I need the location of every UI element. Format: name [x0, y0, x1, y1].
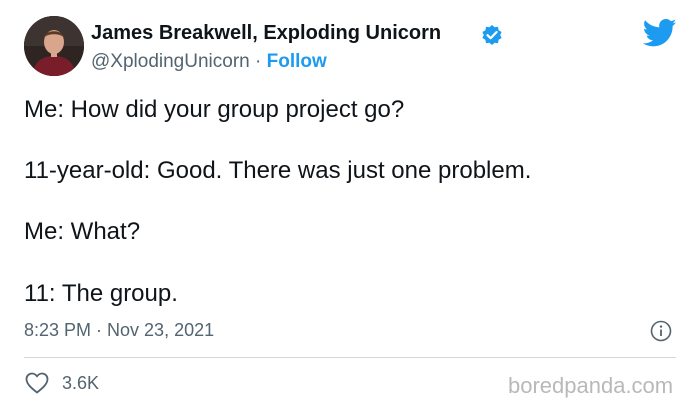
separator-dot: ·: [255, 51, 262, 72]
tweet-line: 11-year-old: Good. There was just one pr…: [24, 157, 532, 184]
twitter-bird-icon[interactable]: [643, 18, 677, 48]
verified-badge-icon: [482, 25, 502, 45]
follow-button[interactable]: Follow: [267, 51, 327, 72]
tweet-line: Me: What?: [24, 218, 141, 245]
like-count[interactable]: 3.6K: [62, 373, 99, 394]
heart-icon[interactable]: [25, 372, 49, 394]
divider: [24, 357, 676, 358]
avatar[interactable]: [24, 16, 84, 76]
tweet-timestamp[interactable]: 8:23 PM · Nov 23, 2021: [24, 320, 214, 341]
info-icon[interactable]: [650, 320, 672, 342]
avatar-photo: [24, 16, 84, 76]
author-handle[interactable]: @XplodingUnicorn: [91, 51, 250, 72]
author-handle-row: @XplodingUnicorn · Follow: [91, 51, 327, 73]
watermark: boredpanda.com: [508, 373, 674, 398]
author-name[interactable]: James Breakwell, Exploding Unicorn: [91, 22, 441, 45]
tweet-line: 11: The group.: [24, 280, 178, 307]
tweet-line: Me: How did your group project go?: [24, 96, 405, 123]
